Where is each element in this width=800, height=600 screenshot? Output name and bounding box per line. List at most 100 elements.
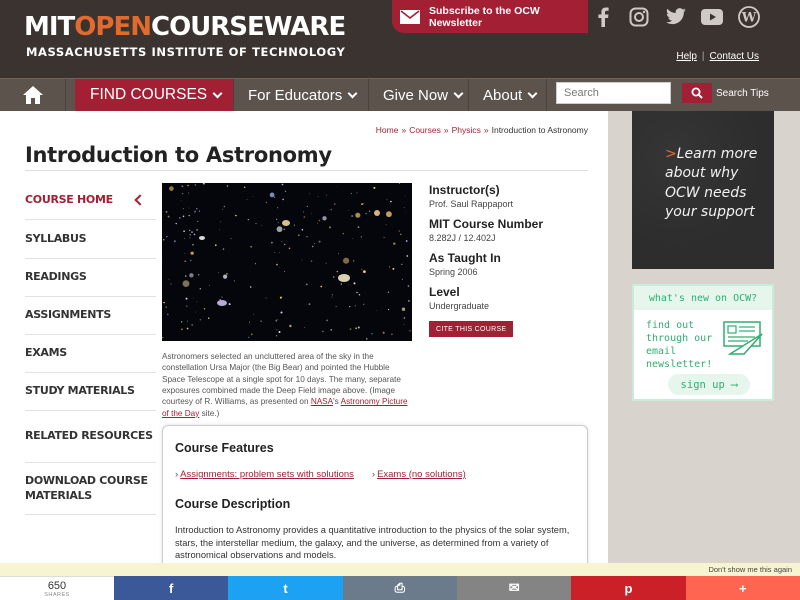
help-link[interactable]: Help <box>676 51 697 62</box>
course-features-heading: Course Features <box>175 441 274 455</box>
logo-mit: MIT <box>24 12 75 42</box>
sidebar-item-label: RELATED RESOURCES <box>25 429 153 443</box>
sidebar-item-course-home[interactable]: COURSE HOME <box>25 181 156 220</box>
home-icon <box>22 86 43 104</box>
arrow-right-icon: › <box>175 469 179 480</box>
sidebar-item-download-course-materials[interactable]: DOWNLOAD COURSE MATERIALS <box>25 463 156 515</box>
search-icon <box>691 87 703 99</box>
share-more-button[interactable]: + <box>685 576 800 600</box>
breadcrumb-home[interactable]: Home <box>376 125 399 135</box>
chevron-down-icon <box>527 88 538 98</box>
email-icon: ✉ <box>508 580 520 595</box>
level-label: Level <box>429 285 460 299</box>
contact-us-link[interactable]: Contact Us <box>710 51 759 62</box>
share-bar: 650 SHARES f t ⎙ ✉ p + <box>0 576 800 600</box>
course-description-text: Introduction to Astronomy provides a qua… <box>175 525 570 561</box>
instagram-icon[interactable] <box>621 0 656 33</box>
caption-mid: 's <box>333 397 339 407</box>
cite-this-course-button[interactable]: CITE THIS COURSE <box>429 321 514 337</box>
newsletter-promo-heading: what's new on OCW? <box>634 286 772 310</box>
share-count-label: SHARES <box>44 592 70 598</box>
subscribe-newsletter-button[interactable]: Subscribe to the OCW Newsletter <box>392 0 588 33</box>
dont-show-again-link[interactable]: Don't show me this again <box>708 565 792 574</box>
level-value: Undergraduate <box>429 301 490 311</box>
utility-separator: | <box>701 51 705 62</box>
nav-find-courses-label: FIND COURSES <box>90 86 208 103</box>
facebook-icon[interactable] <box>585 0 620 33</box>
nav-home-button[interactable] <box>0 79 66 111</box>
facebook-icon: f <box>168 580 174 596</box>
twitter-icon[interactable] <box>658 0 693 33</box>
support-ocw-promo[interactable]: >Learn more about why OCW needs your sup… <box>632 111 774 269</box>
chevron-down-icon <box>212 88 223 98</box>
search-button[interactable] <box>682 83 712 103</box>
sidebar-item-label: EXAMS <box>25 346 67 360</box>
site-header: MITOPENCOURSEWARE MASSACHUSETTS INSTITUT… <box>0 0 800 78</box>
nasa-link[interactable]: NASA <box>311 397 333 406</box>
nav-for-educators[interactable]: For Educators <box>234 79 369 111</box>
ocw-logo[interactable]: MITOPENCOURSEWARE <box>24 12 346 42</box>
sidebar-item-label: STUDY MATERIALS <box>25 384 135 398</box>
promo-text: Learn more about why OCW needs your supp… <box>665 146 758 220</box>
nav-for-educators-label: For Educators <box>248 86 343 104</box>
image-caption: Astronomers selected an uncluttered area… <box>162 351 414 419</box>
feature-link-exams[interactable]: Exams (no solutions) <box>377 469 466 480</box>
share-print-button[interactable]: ⎙ <box>342 576 457 600</box>
course-info: Instructor(s) Prof. Saul Rappaport MIT C… <box>429 183 599 311</box>
pinterest-icon: p <box>624 580 633 596</box>
newsletter-sign-up-button[interactable]: sign up ⟶ <box>668 374 750 395</box>
share-twitter-button[interactable]: t <box>228 576 343 600</box>
chevron-left-icon <box>134 194 146 206</box>
nav-find-courses[interactable]: FIND COURSES <box>75 79 234 111</box>
sidebar-item-label: SYLLABUS <box>25 231 87 245</box>
breadcrumb-physics[interactable]: Physics <box>452 125 481 135</box>
envelope-icon <box>400 9 420 24</box>
nav-give-now[interactable]: Give Now <box>369 79 469 111</box>
print-icon: ⎙ <box>394 580 406 595</box>
search-input[interactable] <box>556 82 671 104</box>
sidebar-item-syllabus[interactable]: SYLLABUS <box>25 220 156 259</box>
course-sidebar: COURSE HOME SYLLABUS READINGS ASSIGNMENT… <box>25 181 156 515</box>
breadcrumb: Home» Courses» Physics» Introduction to Ast… <box>376 125 588 135</box>
course-number-label: MIT Course Number <box>429 217 544 231</box>
sidebar-item-label: ASSIGNMENTS <box>25 308 111 322</box>
more-icon: + <box>739 580 747 596</box>
logo-courseware: COURSEWARE <box>150 12 346 42</box>
newsletter-promo: what's new on OCW? find out through our … <box>632 284 774 401</box>
nav-give-now-label: Give Now <box>383 86 449 104</box>
twitter-icon: t <box>283 580 288 596</box>
sidebar-item-study-materials[interactable]: STUDY MATERIALS <box>25 373 156 411</box>
breadcrumb-separator: » <box>483 125 489 135</box>
sidebar-item-readings[interactable]: READINGS <box>25 259 156 297</box>
course-number-value: 8.282J / 12.402J <box>429 233 496 243</box>
title-divider <box>25 170 588 171</box>
sidebar-item-label: DOWNLOAD COURSE MATERIALS <box>25 474 148 502</box>
main-content: Home» Courses» Physics» Introduction to Ast… <box>0 111 608 585</box>
feature-link-assignments[interactable]: Assignments: problem sets with solutions <box>180 469 354 480</box>
youtube-icon[interactable] <box>694 0 729 33</box>
breadcrumb-current: Introduction to Astronomy <box>491 125 588 135</box>
nav-about[interactable]: About <box>469 79 547 111</box>
share-facebook-button[interactable]: f <box>114 576 229 600</box>
nav-about-label: About <box>483 86 523 104</box>
logo-subtitle: MASSACHUSETTS INSTITUTE OF TECHNOLOGY <box>26 45 346 59</box>
course-features-box: Course Features › Assignments: problem se… <box>162 425 588 585</box>
wordpress-icon[interactable]: W <box>731 0 766 33</box>
search-tips-link[interactable]: Search Tips <box>716 88 769 99</box>
share-pinterest-button[interactable]: p <box>571 576 686 600</box>
taught-in-label: As Taught In <box>429 251 501 265</box>
newsletter-icon <box>723 321 763 355</box>
share-email-button[interactable]: ✉ <box>456 576 572 600</box>
instructor-value: Prof. Saul Rappaport <box>429 199 514 209</box>
sidebar-item-assignments[interactable]: ASSIGNMENTS <box>25 297 156 335</box>
share-dismiss-bar: Don't show me this again <box>0 563 800 576</box>
course-description-heading: Course Description <box>175 497 291 511</box>
page-title: Introduction to Astronomy <box>25 143 332 167</box>
sidebar-item-label: COURSE HOME <box>25 192 113 206</box>
sidebar-item-exams[interactable]: EXAMS <box>25 335 156 373</box>
chevron-down-icon <box>453 88 464 98</box>
hubble-deep-field-image <box>162 183 412 341</box>
sidebar-item-related-resources[interactable]: RELATED RESOURCES <box>25 411 156 463</box>
support-ocw-text: >Learn more about why OCW needs your sup… <box>665 145 765 222</box>
breadcrumb-courses[interactable]: Courses <box>409 125 441 135</box>
